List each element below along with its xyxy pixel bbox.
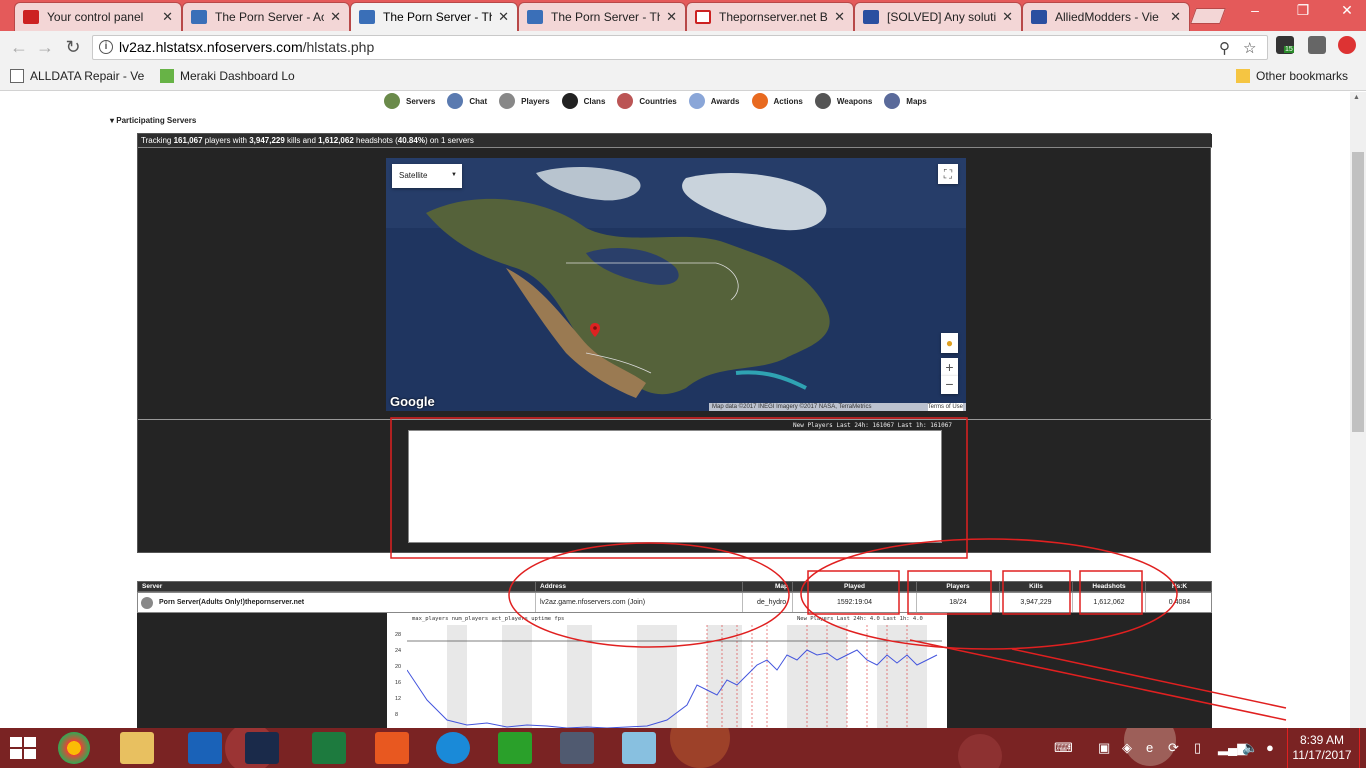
folder-icon <box>1236 69 1250 83</box>
tab-title: Thepornserver.net B <box>719 10 828 24</box>
windows-start-icon[interactable] <box>10 737 36 759</box>
url-path: /hlstats.php <box>302 39 375 55</box>
bookmark-alldata[interactable]: ALLDATA Repair - Ve <box>10 69 144 83</box>
close-tab-icon[interactable]: ✕ <box>162 9 173 25</box>
server-favicon-icon <box>191 10 207 24</box>
tab-title: The Porn Server - Th <box>383 10 493 24</box>
bookmark-star-icon[interactable]: ☆ <box>1243 39 1256 57</box>
zoom-search-icon[interactable]: ⚲ <box>1219 39 1230 57</box>
site-info-icon[interactable]: i <box>99 40 113 54</box>
filezilla-tray-icon[interactable]: ▣ <box>1098 740 1110 756</box>
site-favicon-icon <box>695 10 711 24</box>
tab-porn-server-ac[interactable]: The Porn Server - Ac ✕ <box>182 2 350 31</box>
forward-icon[interactable]: → <box>34 37 56 58</box>
scroll-up-icon[interactable]: ▲ <box>1353 94 1360 101</box>
forum-favicon-icon <box>863 10 879 24</box>
volume-icon[interactable]: 🔈 <box>1242 740 1258 756</box>
tab-title: Your control panel <box>47 10 144 24</box>
keyboard-icon[interactable]: ⌨ <box>1054 740 1073 756</box>
extension-badge: 15 <box>1284 46 1294 53</box>
screenshot-annotations <box>390 417 1287 721</box>
other-bookmarks[interactable]: Other bookmarks <box>1236 69 1348 83</box>
server-favicon-icon <box>359 10 375 24</box>
notepad-taskbar-icon[interactable] <box>622 732 656 764</box>
tab-porn-server-th[interactable]: The Porn Server - Th ✕ <box>518 2 686 31</box>
minimize-icon[interactable]: – <box>1240 0 1270 22</box>
tab-alliedmodders[interactable]: AlliedModders - Vie ✕ <box>1022 2 1190 31</box>
internet-explorer-taskbar-icon[interactable] <box>436 732 470 764</box>
tab-title: AlliedModders - Vie <box>1055 10 1159 24</box>
filezilla-taskbar-icon[interactable] <box>375 732 409 764</box>
file-explorer-taskbar-icon[interactable] <box>120 732 154 764</box>
tab-porn-server-active[interactable]: The Porn Server - Th ✕ <box>350 2 518 31</box>
steam-taskbar-icon[interactable] <box>245 732 279 764</box>
tab-strip: Your control panel ✕ The Porn Server - A… <box>0 0 1366 31</box>
page-viewport: Servers Chat Players Clans Countries Awa… <box>0 92 1350 728</box>
server-favicon-icon <box>527 10 543 24</box>
close-tab-icon[interactable]: ✕ <box>330 9 341 25</box>
address-bar[interactable]: i lv2az.hlstatsx.nfoservers.com/hlstats.… <box>92 35 1268 60</box>
meraki-icon <box>160 69 174 83</box>
remote-desktop-taskbar-icon[interactable] <box>560 732 594 764</box>
battery-icon[interactable]: ▯ <box>1194 740 1201 756</box>
windows-taskbar: ⌨ ▣ ◈ e ⟳ ▯ ▂▄▆ 🔈 ● 8:39 AM 11/17/2017 <box>0 728 1366 768</box>
close-tab-icon[interactable]: ✕ <box>666 9 677 25</box>
extension-3-icon[interactable] <box>1338 36 1356 54</box>
close-tab-icon[interactable]: ✕ <box>1170 9 1181 25</box>
scroll-thumb[interactable] <box>1352 152 1364 432</box>
tab-title: The Porn Server - Ac <box>215 10 325 24</box>
tab-title: The Porn Server - Th <box>551 10 661 24</box>
window-close-icon[interactable]: ✕ <box>1332 0 1362 22</box>
reload-icon[interactable]: ↻ <box>62 37 84 58</box>
bookmarks-bar: ALLDATA Repair - Ve Meraki Dashboard Lo … <box>0 63 1366 91</box>
annotation-clock-box <box>1287 728 1360 768</box>
page-icon <box>10 69 24 83</box>
bookmark-label: ALLDATA Repair - Ve <box>30 69 145 83</box>
new-tab-button[interactable] <box>1190 8 1226 24</box>
close-tab-icon[interactable]: ✕ <box>834 9 845 25</box>
chrome-taskbar-icon[interactable] <box>58 732 90 764</box>
tray-app-icon[interactable]: ◈ <box>1122 740 1132 756</box>
bookmark-label: Meraki Dashboard Lo <box>180 69 295 83</box>
page-scrollbar[interactable]: ▲ <box>1350 92 1366 728</box>
control-panel-favicon-icon <box>23 10 39 24</box>
url-text: lv2az.hlstatsx.nfoservers.com/hlstats.ph… <box>119 39 374 55</box>
tab-pornserver-net[interactable]: Thepornserver.net B ✕ <box>686 2 854 31</box>
tab-title: [SOLVED] Any soluti <box>887 10 997 24</box>
ie-tray-icon[interactable]: e <box>1146 740 1153 755</box>
outlook-taskbar-icon[interactable] <box>188 732 222 764</box>
close-tab-icon[interactable]: ✕ <box>498 9 509 25</box>
excel-taskbar-icon[interactable] <box>312 732 346 764</box>
back-icon[interactable]: ← <box>8 37 30 58</box>
forum-favicon-icon <box>1031 10 1047 24</box>
steam-tray-icon[interactable]: ● <box>1266 740 1274 755</box>
tab-control-panel[interactable]: Your control panel ✕ <box>14 2 182 31</box>
viewer-taskbar-icon[interactable] <box>498 732 532 764</box>
url-host: lv2az.hlstatsx.nfoservers.com <box>119 39 303 55</box>
browser-toolbar: ← → ↻ i lv2az.hlstatsx.nfoservers.com/hl… <box>0 31 1366 63</box>
close-tab-icon[interactable]: ✕ <box>1002 9 1013 25</box>
extension-icon[interactable]: 15 <box>1276 36 1294 54</box>
tray-sync-icon[interactable]: ⟳ <box>1168 740 1179 756</box>
bookmark-meraki[interactable]: Meraki Dashboard Lo <box>160 69 295 83</box>
extension-2-icon[interactable] <box>1308 36 1326 54</box>
bookmark-label: Other bookmarks <box>1256 69 1349 83</box>
tab-solved[interactable]: [SOLVED] Any soluti ✕ <box>854 2 1022 31</box>
restore-icon[interactable]: ❐ <box>1288 0 1318 22</box>
